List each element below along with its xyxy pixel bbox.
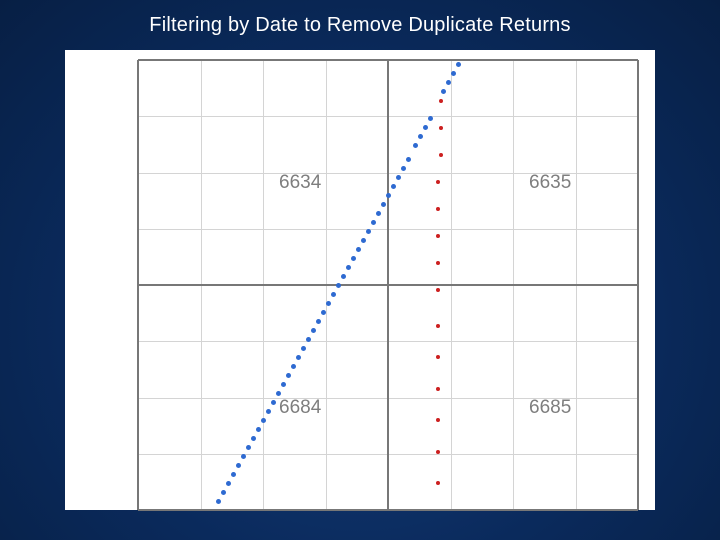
data-point-blue bbox=[276, 391, 281, 396]
data-point-blue bbox=[401, 166, 406, 171]
data-point-red bbox=[436, 288, 440, 292]
data-point-blue bbox=[406, 157, 411, 162]
data-point-blue bbox=[356, 247, 361, 252]
quadrant-label: 6684 bbox=[279, 397, 321, 419]
data-point-blue bbox=[316, 319, 321, 324]
quadrant-label: 6634 bbox=[279, 172, 321, 194]
data-point-blue bbox=[361, 238, 366, 243]
data-point-blue bbox=[336, 283, 341, 288]
data-point-red bbox=[439, 153, 443, 157]
data-point-red bbox=[436, 324, 440, 328]
data-point-blue bbox=[418, 134, 423, 139]
quadrant-label: 6685 bbox=[529, 397, 571, 419]
data-point-red bbox=[436, 355, 440, 359]
data-point-blue bbox=[351, 256, 356, 261]
data-point-red bbox=[436, 481, 440, 485]
data-point-red bbox=[436, 418, 440, 422]
data-point-blue bbox=[251, 436, 256, 441]
data-point-blue bbox=[331, 292, 336, 297]
data-point-blue bbox=[446, 80, 451, 85]
data-point-blue bbox=[381, 202, 386, 207]
data-point-blue bbox=[301, 346, 306, 351]
data-point-blue bbox=[256, 427, 261, 432]
data-point-blue bbox=[386, 193, 391, 198]
data-point-red bbox=[436, 234, 440, 238]
data-point-blue bbox=[311, 328, 316, 333]
data-point-blue bbox=[241, 454, 246, 459]
data-point-blue bbox=[306, 337, 311, 342]
data-point-red bbox=[439, 126, 443, 130]
data-point-blue bbox=[221, 490, 226, 495]
data-point-blue bbox=[391, 184, 396, 189]
data-point-red bbox=[439, 99, 443, 103]
data-point-blue bbox=[236, 463, 241, 468]
data-point-blue bbox=[286, 373, 291, 378]
data-point-blue bbox=[376, 211, 381, 216]
data-point-blue bbox=[281, 382, 286, 387]
data-point-blue bbox=[451, 71, 456, 76]
data-point-blue bbox=[261, 418, 266, 423]
data-point-blue bbox=[346, 265, 351, 270]
data-point-blue bbox=[246, 445, 251, 450]
quadrant-label: 6635 bbox=[529, 172, 571, 194]
data-point-blue bbox=[296, 355, 301, 360]
data-point-blue bbox=[456, 62, 461, 67]
scatter-plot: 6634 6635 6684 6685 bbox=[138, 60, 638, 510]
data-point-blue bbox=[271, 400, 276, 405]
data-point-blue bbox=[226, 481, 231, 486]
data-point-blue bbox=[266, 409, 271, 414]
grid-major-horizontal bbox=[138, 284, 638, 286]
data-point-red bbox=[436, 180, 440, 184]
data-point-blue bbox=[371, 220, 376, 225]
data-point-blue bbox=[341, 274, 346, 279]
data-point-blue bbox=[326, 301, 331, 306]
chart-frame: 6634 6635 6684 6685 bbox=[65, 50, 655, 510]
data-point-blue bbox=[321, 310, 326, 315]
data-point-blue bbox=[291, 364, 296, 369]
data-point-blue bbox=[396, 175, 401, 180]
data-point-blue bbox=[366, 229, 371, 234]
grid-major-horizontal bbox=[138, 509, 638, 511]
grid-major-horizontal bbox=[138, 59, 638, 61]
data-point-blue bbox=[413, 143, 418, 148]
data-point-blue bbox=[231, 472, 236, 477]
data-point-red bbox=[436, 261, 440, 265]
data-point-red bbox=[436, 207, 440, 211]
data-point-blue bbox=[441, 89, 446, 94]
data-point-blue bbox=[216, 499, 221, 504]
data-point-blue bbox=[423, 125, 428, 130]
data-point-red bbox=[436, 387, 440, 391]
data-point-blue bbox=[428, 116, 433, 121]
data-point-red bbox=[436, 450, 440, 454]
slide-title: Filtering by Date to Remove Duplicate Re… bbox=[0, 0, 720, 37]
